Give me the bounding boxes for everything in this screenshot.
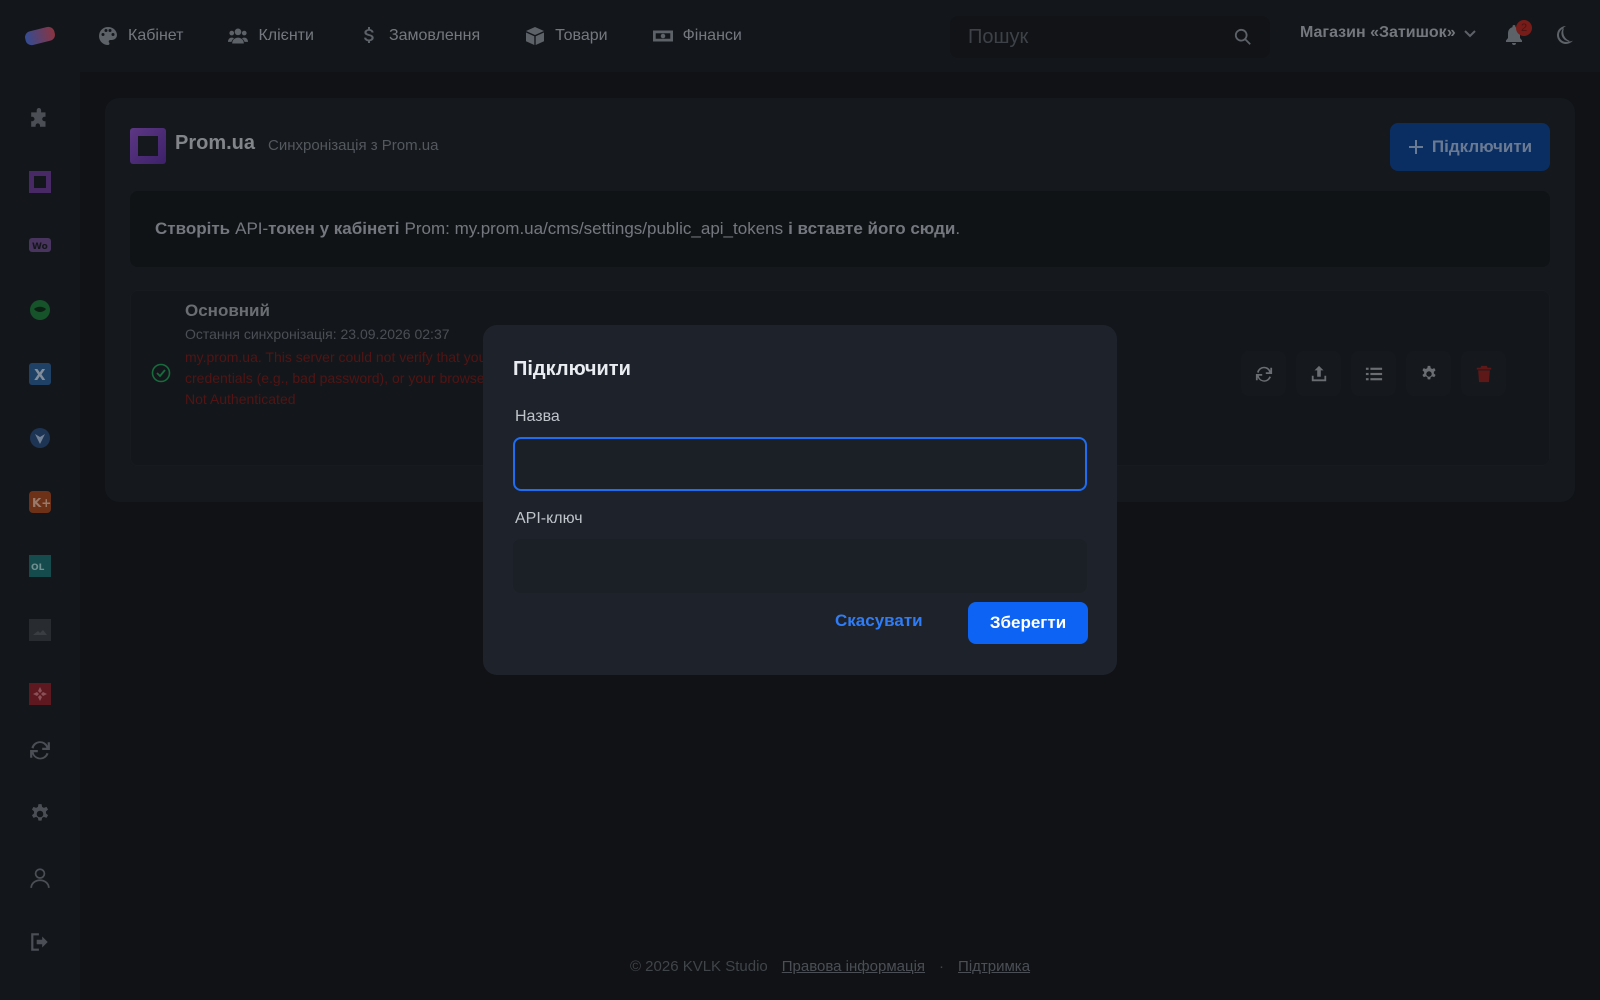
connect-modal: Підключити Назва API-ключ Скасувати Збер…: [483, 325, 1117, 675]
save-button[interactable]: Зберегти: [968, 602, 1088, 644]
api-key-label: API-ключ: [515, 510, 583, 527]
modal-title: Підключити: [513, 358, 631, 380]
name-input[interactable]: [513, 437, 1087, 491]
cancel-button[interactable]: Скасувати: [835, 611, 923, 631]
name-label: Назва: [515, 408, 560, 425]
api-key-input[interactable]: [513, 539, 1087, 593]
